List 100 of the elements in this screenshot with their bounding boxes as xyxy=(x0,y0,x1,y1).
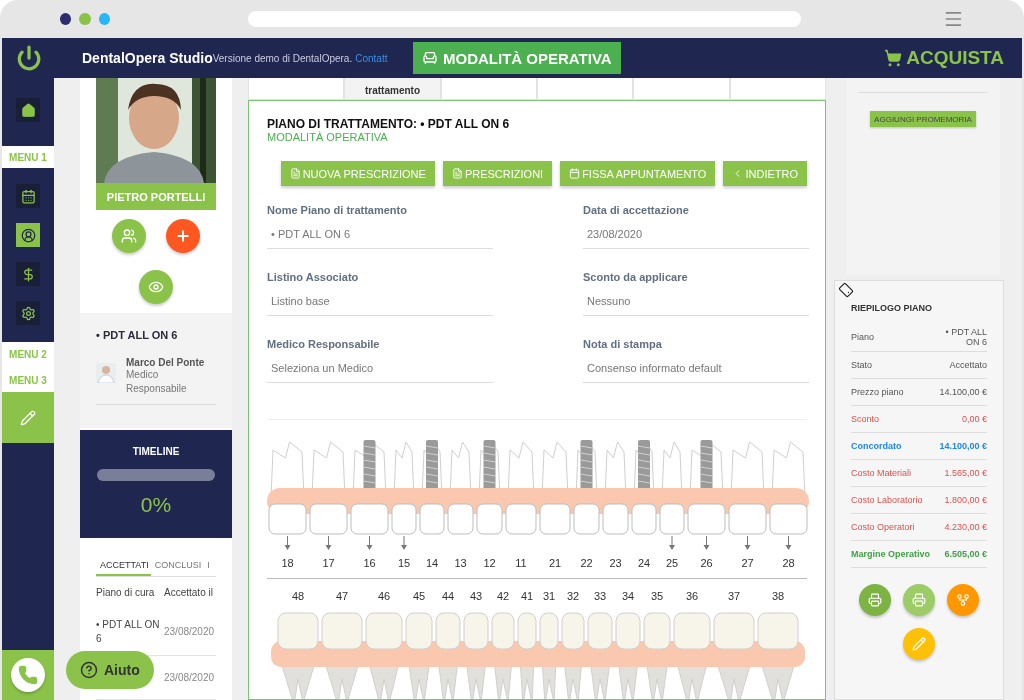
tooth-number: 11 xyxy=(514,557,528,569)
tooth-number: 34 xyxy=(620,590,636,602)
summary-label: Costo Operatori xyxy=(851,522,915,532)
tooth-number: 25 xyxy=(664,557,680,569)
plan-tab[interactable]: I xyxy=(203,556,212,576)
window-dot xyxy=(60,13,72,25)
tooth-number: 23 xyxy=(608,557,623,569)
summary-value: 6.505,00 € xyxy=(944,549,987,559)
input-field[interactable]: Consenso informato default xyxy=(583,350,809,383)
tooth-number: 26 xyxy=(699,557,714,569)
summary-label: Sconto xyxy=(851,414,880,424)
tilted-phone-icon xyxy=(836,280,856,300)
summary-value: 0,00 € xyxy=(961,414,987,424)
table-cell-text: 23/08/2020 xyxy=(164,625,216,639)
power-icon[interactable] xyxy=(16,45,42,71)
tooth-number: 28 xyxy=(781,557,796,569)
summary-label: Margine Operativo xyxy=(851,549,931,559)
edit-button[interactable] xyxy=(903,628,935,660)
medical-button[interactable] xyxy=(166,219,200,253)
tooth-number: 31 xyxy=(541,590,557,602)
doctor-name: Marco Del Ponte xyxy=(126,357,206,368)
summary-value: 14.100,00 € xyxy=(939,441,987,451)
tooth-number: 45 xyxy=(411,590,427,602)
tooth-number: 47 xyxy=(334,590,350,602)
demo-note: Versione demo di DentalOpera. xyxy=(212,52,353,64)
field-label: Medico Responsabile xyxy=(267,338,381,350)
summary-value: 14.100,00 € xyxy=(939,387,987,397)
plan-name: • PDT ALL ON 6 xyxy=(96,329,179,341)
patient-name: PIETRO PORTELLI xyxy=(96,183,216,210)
timeline-title: TIMELINE xyxy=(132,446,180,457)
tooth-number: 42 xyxy=(495,590,511,602)
summary-label: Prezzo piano xyxy=(851,387,904,397)
field-label: Nota di stampa xyxy=(583,338,663,350)
calendar-icon xyxy=(569,168,581,179)
home-button[interactable] xyxy=(16,98,40,122)
field-label: Listino Associato xyxy=(267,271,360,283)
window-dot xyxy=(79,13,91,25)
tooth-number: 27 xyxy=(740,557,755,569)
add-reminder-button[interactable]: AGGIUNGI PROMEMORIA xyxy=(870,111,976,127)
people-icon xyxy=(121,228,137,244)
summary-value: 4.230,00 € xyxy=(944,522,987,532)
contact-link[interactable]: Contatt xyxy=(355,52,388,64)
tooth-number: 14 xyxy=(424,557,440,569)
tooth-number: 24 xyxy=(636,557,652,569)
column-header: Accettato il xyxy=(164,586,214,600)
tooth-number: 32 xyxy=(565,590,581,602)
tab[interactable] xyxy=(440,78,537,100)
summary-label: Piano xyxy=(851,332,875,342)
column-header: Piano di cura xyxy=(96,586,156,600)
tab[interactable] xyxy=(729,78,826,100)
print-button[interactable] xyxy=(903,584,935,616)
input-field[interactable]: 23/08/2020 xyxy=(583,216,809,249)
input-field[interactable]: Listino base xyxy=(267,283,493,316)
tooth-number: 43 xyxy=(468,590,484,602)
doctor-role: Medico Responsabile xyxy=(126,368,188,396)
table-cell-text: 23/08/2020 xyxy=(164,670,216,685)
tooth-number: 15 xyxy=(396,557,412,569)
summary-label: Stato xyxy=(851,360,872,370)
print-button[interactable] xyxy=(859,584,891,616)
family-button[interactable] xyxy=(112,219,146,253)
buy-button[interactable]: ACQUISTA xyxy=(884,47,1004,69)
fork-icon xyxy=(956,593,970,607)
tooth-number: 33 xyxy=(592,590,608,602)
mode-label: MODALITÀ OPERATIVA xyxy=(267,131,389,143)
view-button[interactable] xyxy=(139,270,173,304)
settings-button[interactable] xyxy=(16,301,40,325)
phone-icon xyxy=(18,665,38,685)
tab[interactable] xyxy=(537,78,634,100)
home-icon xyxy=(20,102,36,118)
phone-button[interactable] xyxy=(11,658,45,692)
window-dot xyxy=(98,13,111,25)
tooth-number: 21 xyxy=(547,557,563,569)
help-button[interactable]: Aiuto xyxy=(66,651,154,689)
summary-value: 1.800,00 € xyxy=(944,495,987,505)
pencil-icon xyxy=(912,637,926,651)
tooth-number: 22 xyxy=(579,557,594,569)
plus-icon xyxy=(175,228,191,244)
tab[interactable] xyxy=(248,78,345,100)
dollar-button[interactable] xyxy=(16,262,40,286)
input-field[interactable]: Nessuno xyxy=(583,283,809,316)
tooth-number: 35 xyxy=(649,590,665,602)
cart-icon xyxy=(884,49,903,67)
plan-tab[interactable]: ACCETTATI xyxy=(96,556,151,576)
input-field[interactable]: • PDT ALL ON 6 xyxy=(267,216,493,249)
calendar-button[interactable] xyxy=(16,184,40,208)
eye-icon xyxy=(148,279,164,295)
summary-value: 1.565,00 € xyxy=(944,468,987,478)
timeline-percent: 0% xyxy=(140,493,172,517)
field-label: Nome Piano di trattamento xyxy=(267,204,408,216)
tooth-number: 46 xyxy=(376,590,392,602)
user-button[interactable] xyxy=(16,223,40,247)
tab[interactable]: trattamento xyxy=(344,78,441,100)
tooth-number: 37 xyxy=(726,590,742,602)
tooth-number: 36 xyxy=(684,590,700,602)
pencil-icon[interactable] xyxy=(20,409,36,426)
input-field[interactable]: Seleziona un Medico xyxy=(267,350,493,383)
plan-tab[interactable]: CONCLUSI xyxy=(150,556,204,576)
fork-button[interactable] xyxy=(947,584,979,616)
tooth-number: 48 xyxy=(290,590,306,602)
tab[interactable] xyxy=(633,78,730,100)
